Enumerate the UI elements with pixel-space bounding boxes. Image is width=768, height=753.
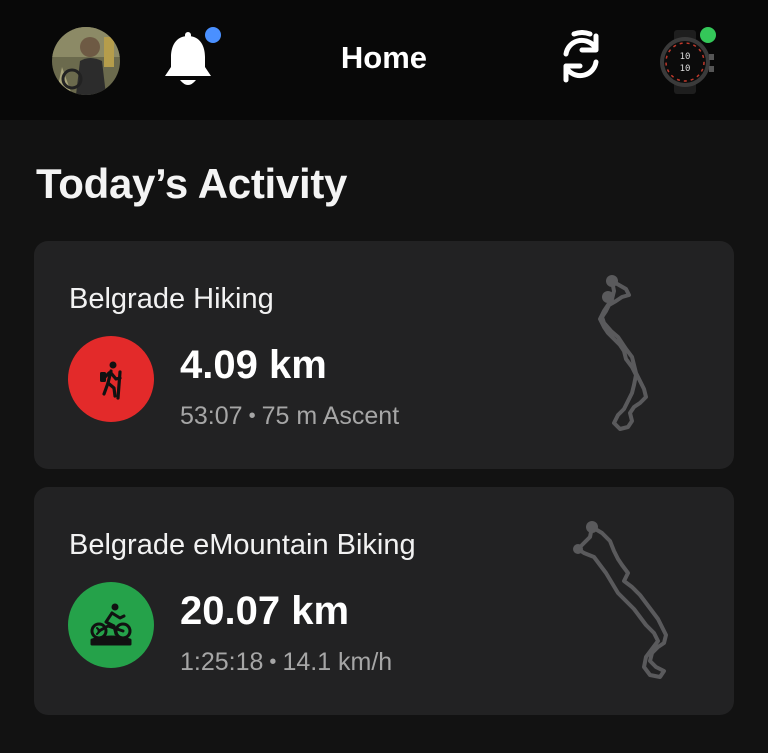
top-bar: Home 10 10	[0, 0, 768, 120]
separator: •	[269, 651, 277, 673]
hiking-icon	[100, 361, 122, 400]
activity-stats: 53:07 • 75 m Ascent	[180, 402, 399, 431]
activity-stats: 1:25:18 • 14.1 km/h	[180, 648, 392, 677]
avatar[interactable]	[52, 27, 120, 95]
activity-card[interactable]: Belgrade Hiking 4.09 km 53:07 • 75 m Ascen…	[34, 241, 734, 469]
activity-duration: 1:25:18	[180, 648, 264, 676]
notification-badge	[205, 27, 221, 43]
main-content: Today’s Activity Belgrade Hiking 4.09 km…	[0, 120, 768, 753]
activity-card[interactable]: Belgrade eMountain Biking 20.07 km 1:25:…	[34, 487, 734, 715]
activity-distance: 20.07 km	[180, 589, 350, 633]
device-button[interactable]: 10 10	[652, 26, 722, 98]
activity-type-badge	[68, 582, 154, 668]
notifications-button[interactable]	[160, 27, 221, 92]
activity-distance: 4.09 km	[180, 343, 327, 387]
page-title: Home	[340, 40, 428, 75]
sync-icon	[563, 30, 599, 83]
sync-button[interactable]	[554, 30, 608, 86]
device-connected-badge	[700, 27, 716, 43]
route-map-thumbnail	[573, 521, 668, 679]
watch-face-minute: 10	[680, 64, 691, 74]
activity-duration: 53:07	[180, 402, 243, 430]
separator: •	[248, 405, 256, 427]
ebike-icon	[90, 603, 132, 646]
activity-name: Belgrade Hiking	[69, 283, 274, 315]
activity-speed: 14.1 km/h	[282, 648, 393, 676]
route-map-thumbnail	[598, 275, 648, 431]
watch-face-hour: 10	[680, 52, 691, 62]
activity-ascent: 75 m Ascent	[261, 402, 400, 430]
activity-type-badge	[68, 336, 154, 422]
profile-photo	[52, 27, 120, 95]
activity-name: Belgrade eMountain Biking	[69, 529, 416, 561]
section-title: Today’s Activity	[36, 160, 348, 207]
